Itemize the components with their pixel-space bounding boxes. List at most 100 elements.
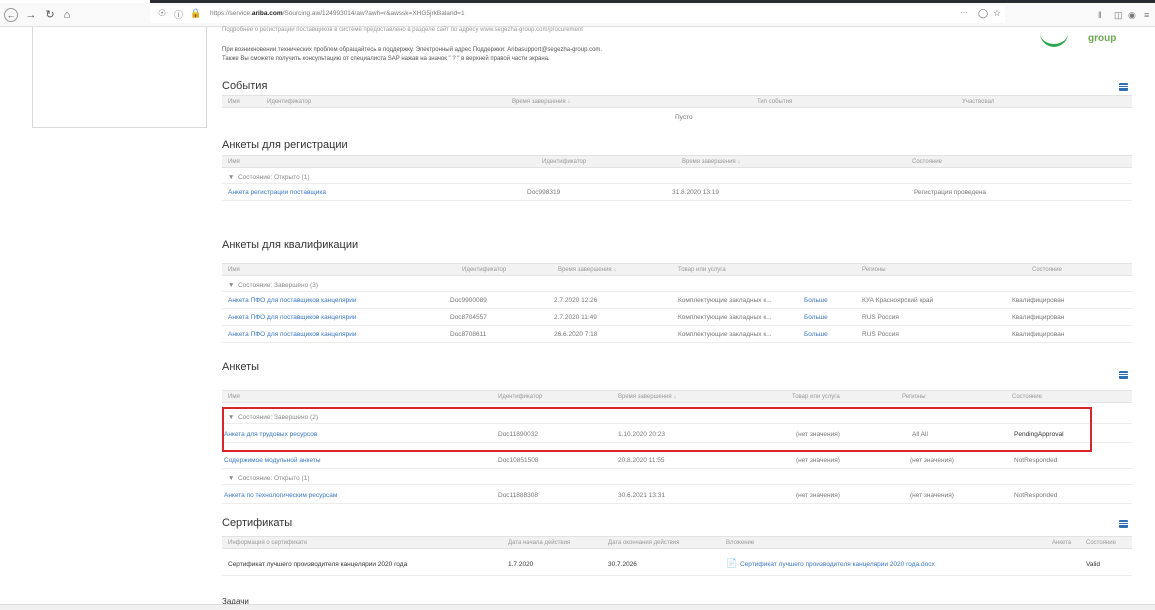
col-end-time[interactable]: Время завершения ↓ <box>682 159 740 165</box>
row-time: 2.7.2020 11:49 <box>554 314 597 321</box>
row-name-link[interactable]: Анкета ПФО для поставщиков канцелярии <box>228 297 357 304</box>
col-id[interactable]: Идентификатор <box>462 267 506 273</box>
col-end-time[interactable]: Время завершения ↓ <box>618 394 676 400</box>
row-state: Регистрация проведена <box>914 189 987 196</box>
table-options-icon[interactable] <box>1119 83 1128 91</box>
row-name-link[interactable]: Анкета регистрации поставщика <box>228 189 326 196</box>
row-goods: Комплектующие закладных к... <box>678 331 772 338</box>
col-state[interactable]: Состояние <box>1012 394 1042 400</box>
col-questionnaire[interactable]: Анкета <box>1052 540 1071 546</box>
row-state: NotResponded <box>1014 457 1058 464</box>
forward-arrow-icon[interactable]: → <box>24 8 38 22</box>
horizontal-scrollbar[interactable] <box>0 604 1155 610</box>
group-label: Состояние: Открыто (1) <box>238 174 310 181</box>
row-id: Doc8708611 <box>450 331 487 338</box>
url-text[interactable]: https://service.ariba.com/Sourcing.aw/12… <box>210 10 465 17</box>
group-row[interactable]: ▼ Состояние: Открыто (1) <box>222 470 1132 485</box>
col-start-date[interactable]: Дата начала действия <box>508 540 570 546</box>
table-options-icon[interactable] <box>1119 520 1128 528</box>
table-row: Анкета ПФО для поставщиков канцелярии Do… <box>222 292 1132 309</box>
registration-header: Имя Идентификатор Время завершения ↓ Сос… <box>222 155 1132 168</box>
col-participated[interactable]: Участвовал <box>962 99 994 105</box>
certificates-title: Сертификаты <box>222 517 293 529</box>
collapse-triangle-icon[interactable]: ▼ <box>228 282 234 289</box>
col-id[interactable]: Идентификатор <box>267 99 311 105</box>
row-name-link[interactable]: Анкета ПФО для поставщиков канцелярии <box>228 331 357 338</box>
row-state: NotResponded <box>1014 492 1058 499</box>
row-state: Квалифицирован <box>1012 331 1065 338</box>
col-id[interactable]: Идентификатор <box>498 394 542 400</box>
table-options-icon[interactable] <box>1119 371 1128 379</box>
back-arrow-icon[interactable]: ← <box>4 8 18 22</box>
col-end-date[interactable]: Дата окончания действия <box>608 540 679 546</box>
col-state[interactable]: Состояние <box>1086 540 1116 546</box>
bookmark-star-icon[interactable]: ☆ <box>993 8 1001 19</box>
col-attachment[interactable]: Вложение <box>726 540 754 546</box>
row-name-link[interactable]: Анкета ПФО для поставщиков канцелярии <box>228 314 357 321</box>
row-id: Doc998319 <box>527 189 561 196</box>
col-name[interactable]: Имя <box>228 99 240 105</box>
row-time: 2.7.2020 12:26 <box>554 297 598 304</box>
menu-icon[interactable]: ≡ <box>1144 10 1149 20</box>
collapse-triangle-icon[interactable]: ▼ <box>228 475 234 482</box>
group-label: Состояние: Завершено (3) <box>238 282 318 289</box>
page-actions-icon[interactable]: ··· <box>960 8 968 17</box>
more-link[interactable]: Больше <box>804 297 828 304</box>
attachment-link[interactable]: Сертификат лучшего производителя канцеля… <box>740 561 935 568</box>
col-end-time[interactable]: Время завершения ↓ <box>558 267 616 273</box>
qualification-header: Имя Идентификатор Время завершения ↓ Тов… <box>222 263 1132 276</box>
col-cert-info[interactable]: Информация о сертификате <box>228 540 307 546</box>
col-state[interactable]: Состояние <box>912 159 942 165</box>
col-regions[interactable]: Регионы <box>862 267 886 273</box>
col-goods[interactable]: Товар или услуга <box>678 267 726 273</box>
col-state[interactable]: Состояние <box>1032 267 1062 273</box>
row-state: Квалифицирован <box>1012 314 1065 321</box>
col-name[interactable]: Имя <box>228 394 240 400</box>
notice-line-2: Также Вы сможете получить консультацию о… <box>222 56 550 62</box>
tracking-shield-icon[interactable]: ☉ <box>158 8 166 19</box>
company-logo: group <box>1040 27 1120 52</box>
row-goods: (нет значения) <box>796 492 840 499</box>
row-goods: Комплектующие закладных к... <box>678 297 772 304</box>
col-event-type[interactable]: Тип события <box>757 99 792 105</box>
sidebar-icon[interactable]: ◫ <box>1114 10 1123 21</box>
col-goods[interactable]: Товар или услуга <box>792 394 840 400</box>
extension-icon[interactable]: ◉ <box>1128 10 1136 21</box>
info-icon[interactable]: ⓘ <box>174 8 183 21</box>
table-row: Анкета регистрации поставщика Doc998319 … <box>222 184 1132 201</box>
group-row[interactable]: ▼ Состояние: Завершено (3) <box>222 277 1132 292</box>
browser-toolbar: ← → ↻ ⌂ ☉ ⓘ 🔒 https://service.ariba.com/… <box>0 3 1155 27</box>
pocket-icon[interactable]: ◯ <box>978 8 988 19</box>
col-id[interactable]: Идентификатор <box>542 159 586 165</box>
group-row[interactable]: ▼ Состояние: Открыто (1) <box>222 169 1132 184</box>
col-end-time[interactable]: Время завершения ↓ <box>512 99 570 105</box>
col-name[interactable]: Имя <box>228 159 240 165</box>
row-goods: Комплектующие закладных к... <box>678 314 772 321</box>
highlight-annotation-box <box>222 407 1092 452</box>
row-region: RUS Россия <box>862 314 899 321</box>
more-link[interactable]: Больше <box>804 314 828 321</box>
questionnaires-title: Анкеты <box>222 361 260 373</box>
home-icon[interactable]: ⌂ <box>60 8 74 22</box>
url-bar[interactable]: ☉ ⓘ 🔒 https://service.ariba.com/Sourcing… <box>150 6 1005 23</box>
table-row: Содержимое модульной анкеты Doc10851508 … <box>222 452 1132 469</box>
col-name[interactable]: Имя <box>228 267 240 273</box>
cert-state: Valid <box>1086 561 1100 568</box>
library-icon[interactable]: ‖ <box>1098 10 1102 20</box>
group-label: Состояние: Открыто (1) <box>238 475 310 482</box>
row-id: Doc9900089 <box>450 297 487 304</box>
reload-icon[interactable]: ↻ <box>43 8 57 22</box>
registration-title: Анкеты для регистрации <box>222 139 348 151</box>
collapse-triangle-icon[interactable]: ▼ <box>228 174 234 181</box>
col-regions[interactable]: Регионы <box>902 394 926 400</box>
row-name-link[interactable]: Анкета по технологическим ресурсам <box>224 492 337 499</box>
lock-icon[interactable]: 🔒 <box>190 8 201 19</box>
more-link[interactable]: Больше <box>804 331 828 338</box>
attachment-file-icon[interactable]: 📄 <box>726 558 737 569</box>
empty-text: Пусто <box>675 114 693 121</box>
row-time: 31.8.2020 13:19 <box>672 189 719 196</box>
table-row: Анкета ПФО для поставщиков канцелярии Do… <box>222 309 1132 326</box>
row-time: 30.6.2021 13:31 <box>618 492 665 499</box>
events-header: Имя Идентификатор Время завершения ↓ Тип… <box>222 95 1132 108</box>
row-name-link[interactable]: Содержимое модульной анкеты <box>224 457 321 464</box>
